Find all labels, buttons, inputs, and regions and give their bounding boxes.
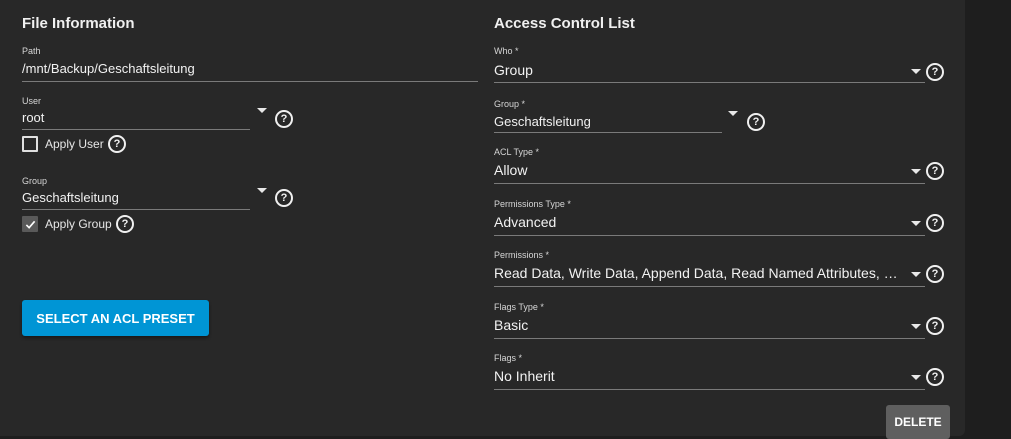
who-label: Who *: [494, 46, 519, 56]
flags-type-underline: [494, 338, 925, 339]
chevron-down-icon[interactable]: [911, 221, 921, 226]
help-circle-icon[interactable]: ?: [926, 162, 944, 180]
flags-underline: [494, 389, 925, 390]
permissions-select[interactable]: Read Data, Write Data, Append Data, Read…: [494, 265, 904, 281]
flags-type-label: Flags Type *: [494, 302, 544, 312]
chevron-down-icon[interactable]: [911, 324, 921, 329]
acl-group-underline: [494, 132, 722, 133]
group-combobox[interactable]: Geschaftsleitung: [22, 190, 242, 205]
apply-user-checkbox[interactable]: [22, 136, 38, 152]
help-circle-icon[interactable]: ?: [275, 189, 293, 207]
permissions-underline: [494, 286, 925, 287]
chevron-down-icon[interactable]: [728, 111, 738, 116]
flags-label: Flags *: [494, 353, 523, 363]
help-circle-icon[interactable]: ?: [926, 368, 944, 386]
acl-group-combobox[interactable]: Geschaftsleitung: [494, 114, 714, 129]
acl-type-select[interactable]: Allow: [494, 162, 894, 178]
path-input[interactable]: /mnt/Backup/Geschaftsleitung: [22, 61, 472, 76]
acl-type-underline: [494, 183, 925, 184]
chevron-down-icon[interactable]: [911, 375, 921, 380]
permissions-type-select[interactable]: Advanced: [494, 214, 894, 230]
acl-group-label: Group *: [494, 99, 526, 109]
group-underline: [22, 209, 250, 210]
help-circle-icon[interactable]: ?: [275, 110, 293, 128]
acl-type-label: ACL Type *: [494, 147, 540, 157]
apply-group-label: Apply Group: [45, 217, 112, 231]
delete-button[interactable]: DELETE: [886, 405, 950, 439]
path-label: Path: [22, 46, 41, 56]
permissions-type-underline: [494, 235, 925, 236]
help-circle-icon[interactable]: ?: [926, 265, 944, 283]
user-underline: [22, 129, 250, 130]
group-label: Group: [22, 176, 48, 186]
apply-group-checkbox[interactable]: [22, 216, 38, 232]
help-circle-icon[interactable]: ?: [108, 135, 126, 153]
access-control-list-title: Access Control List: [494, 15, 635, 32]
flags-type-select[interactable]: Basic: [494, 317, 894, 333]
help-circle-icon[interactable]: ?: [747, 113, 765, 131]
chevron-down-icon[interactable]: [911, 272, 921, 277]
who-underline: [494, 82, 925, 83]
chevron-down-icon[interactable]: [911, 169, 921, 174]
who-select[interactable]: Group: [494, 62, 894, 78]
chevron-down-icon[interactable]: [911, 69, 921, 74]
flags-select[interactable]: No Inherit: [494, 368, 894, 384]
apply-user-label: Apply User: [45, 137, 104, 151]
acl-editor-card: File Information Path /mnt/Backup/Gescha…: [0, 0, 965, 439]
user-label: User: [22, 96, 42, 106]
path-underline: [22, 81, 478, 82]
user-combobox[interactable]: root: [22, 110, 242, 125]
help-circle-icon[interactable]: ?: [926, 317, 944, 335]
help-circle-icon[interactable]: ?: [926, 63, 944, 81]
permissions-label: Permissions *: [494, 250, 550, 260]
help-circle-icon[interactable]: ?: [116, 215, 134, 233]
chevron-down-icon[interactable]: [257, 188, 267, 193]
chevron-down-icon[interactable]: [257, 108, 267, 113]
permissions-type-label: Permissions Type *: [494, 199, 571, 209]
help-circle-icon[interactable]: ?: [926, 214, 944, 232]
check-icon: [25, 220, 35, 229]
file-information-title: File Information: [22, 15, 135, 32]
select-acl-preset-button[interactable]: SELECT AN ACL PRESET: [22, 300, 209, 336]
